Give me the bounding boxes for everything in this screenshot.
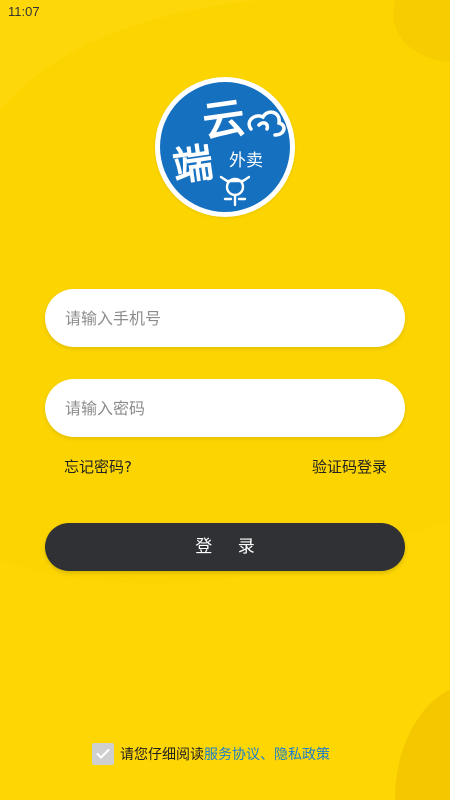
status-time: 11:07: [8, 4, 40, 19]
login-button[interactable]: 登 录: [45, 523, 405, 571]
agreement-checkbox[interactable]: [92, 743, 114, 765]
password-input-container: [45, 379, 405, 437]
terms-of-service-link[interactable]: 服务协议: [204, 744, 260, 764]
agreement-row: 请您仔细阅读 服务协议 、 隐私政策: [92, 741, 330, 767]
agreement-separator: 、: [260, 747, 274, 763]
password-input[interactable]: [65, 379, 385, 437]
sms-login-link[interactable]: 验证码登录: [312, 456, 387, 477]
privacy-policy-link[interactable]: 隐私政策: [274, 744, 330, 764]
app-logo: 云 端 外卖: [155, 77, 295, 217]
forgot-password-link[interactable]: 忘记密码?: [64, 456, 132, 477]
logo-character-duan: 端: [170, 139, 216, 191]
phone-input-container: [45, 289, 405, 347]
logo-subtitle: 外卖: [229, 151, 263, 171]
logo-graphic: 云 端 外卖: [160, 82, 290, 212]
phone-input[interactable]: [65, 289, 385, 347]
agreement-prefix: 请您仔细阅读: [120, 747, 204, 763]
check-icon: [96, 749, 110, 759]
status-bar: 11:07: [0, 0, 450, 24]
